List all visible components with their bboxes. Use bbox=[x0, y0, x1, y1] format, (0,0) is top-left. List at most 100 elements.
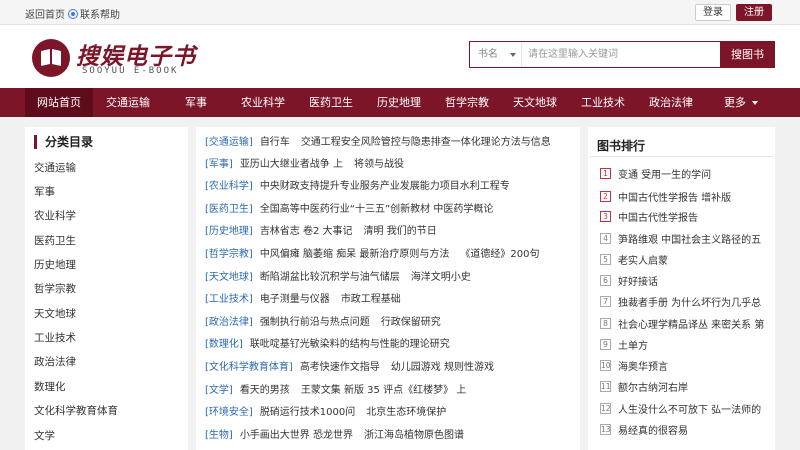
book-link[interactable]: 高考快速作文指导 bbox=[300, 362, 380, 373]
nav-item-philosophy[interactable]: 哲学宗教 bbox=[434, 88, 500, 117]
book-link[interactable]: 联吡啶基钌光敏染料的结构与性能的理论研究 bbox=[250, 339, 450, 350]
category-item[interactable]: 军事 bbox=[34, 184, 55, 199]
category-tag[interactable]: [文学] bbox=[205, 385, 233, 396]
category-item[interactable]: 农业科学 bbox=[34, 208, 76, 223]
rank-number: 2 bbox=[600, 191, 611, 202]
ranking-item[interactable]: 5 老实人启蒙 bbox=[600, 252, 772, 267]
book-link[interactable]: 吉林省志 卷2 大事记 bbox=[260, 226, 353, 237]
book-link[interactable]: 市政工程基础 bbox=[341, 294, 401, 305]
divider bbox=[589, 156, 774, 157]
book-link[interactable]: 全国高等中医药行业“十三五”创新教材 中医药学概论 bbox=[260, 204, 494, 215]
category-item[interactable]: 文学 bbox=[34, 428, 55, 443]
category-tag[interactable]: [军事] bbox=[205, 159, 233, 170]
logo-name-en: SOOYUU E-BOOK bbox=[82, 66, 179, 76]
ranking-item[interactable]: 10 海奥华预言 bbox=[600, 358, 772, 373]
book-link[interactable]: 浙江海岛植物原色图谱 bbox=[364, 430, 464, 441]
category-item[interactable]: 哲学宗教 bbox=[34, 281, 76, 296]
ranking-title: 变通 受用一生的学问 bbox=[618, 170, 712, 181]
ranking-item[interactable]: 3 中国古代性学报告 bbox=[600, 209, 772, 224]
book-link[interactable]: 幼儿园游戏 规则性游戏 bbox=[391, 362, 494, 373]
book-link[interactable]: 断陷湖盆比较沉积学与油气储层 bbox=[260, 272, 400, 283]
category-tag[interactable]: [农业科学] bbox=[205, 181, 253, 192]
site-logo[interactable]: 搜娱电子书 SOOYUU E-BOOK bbox=[32, 37, 195, 81]
nav-item-industry[interactable]: 工业技术 bbox=[570, 88, 636, 117]
category-tag[interactable]: [历史地理] bbox=[205, 226, 253, 237]
book-link[interactable]: 自行车 bbox=[260, 137, 290, 148]
book-link[interactable]: 《道德经》200句 bbox=[460, 249, 539, 260]
book-link[interactable]: 王蒙文集 新版 35 评点《红楼梦》 上 bbox=[301, 385, 466, 396]
book-link[interactable]: 将领与战役 bbox=[354, 159, 404, 170]
nav-item-transport[interactable]: 交通运输 bbox=[95, 88, 161, 117]
nav-item-law[interactable]: 政治法律 bbox=[638, 88, 704, 117]
book-link[interactable]: 北京生态环境保护 bbox=[366, 407, 446, 418]
search-button[interactable]: 搜图书 bbox=[720, 41, 775, 68]
rank-number: 4 bbox=[600, 233, 611, 244]
ranking-item[interactable]: 9 土单方 bbox=[600, 337, 772, 352]
category-item[interactable]: 政治法律 bbox=[34, 354, 76, 369]
book-link[interactable]: 小手画出大世界 恐龙世界 bbox=[240, 430, 353, 441]
category-tag[interactable]: [医药卫生] bbox=[205, 204, 253, 215]
book-link[interactable]: 行政保留研究 bbox=[381, 317, 441, 328]
book-link[interactable]: 清明 我们的节日 bbox=[364, 226, 437, 237]
chevron-down-icon bbox=[510, 53, 516, 57]
book-link[interactable]: 强制执行前沿与热点问题 bbox=[260, 317, 370, 328]
category-item[interactable]: 天文地球 bbox=[34, 306, 76, 321]
book-row: [数理化] 联吡啶基钌光敏染料的结构与性能的理论研究 bbox=[205, 338, 461, 352]
category-tag[interactable]: [工业技术] bbox=[205, 294, 253, 305]
book-link[interactable]: 中风偏瘫 脑萎缩 痴呆 最新治疗原则与方法 bbox=[260, 249, 450, 260]
nav-item-agriculture[interactable]: 农业科学 bbox=[230, 88, 296, 117]
book-link[interactable]: 亚历山大继业者战争 上 bbox=[240, 159, 343, 170]
book-link[interactable]: 中央财政支持提升专业服务产业发展能力项目水利工程专 bbox=[260, 181, 510, 192]
category-tag[interactable]: [政治法律] bbox=[205, 317, 253, 328]
category-item[interactable]: 文化科学教育体育 bbox=[34, 403, 118, 418]
nav-item-home[interactable]: 网站首页 bbox=[25, 88, 93, 117]
category-tag[interactable]: [生物] bbox=[205, 430, 233, 441]
category-item[interactable]: 交通运输 bbox=[34, 160, 76, 175]
nav-item-astronomy[interactable]: 天文地球 bbox=[502, 88, 568, 117]
help-link[interactable]: 联系帮助 bbox=[68, 6, 120, 21]
home-link[interactable]: 返回首页 bbox=[25, 6, 65, 21]
ranking-item[interactable]: 12 人生没什么不可放下 弘一法师的 bbox=[600, 401, 772, 416]
rank-number: 9 bbox=[600, 339, 611, 350]
category-tag[interactable]: [数理化] bbox=[205, 339, 243, 350]
book-link[interactable]: 电子测量与仪器 bbox=[260, 294, 330, 305]
nav-item-military[interactable]: 军事 bbox=[163, 88, 229, 117]
search-category-select[interactable]: 书名 bbox=[470, 42, 522, 67]
ranking-item[interactable]: 8 社会心理学精品译丛 来密关系 第 bbox=[600, 316, 772, 331]
ranking-item[interactable]: 2 中国古代性学报告 增补版 bbox=[600, 189, 772, 204]
category-tag[interactable]: [交通运输] bbox=[205, 137, 253, 148]
category-tag[interactable]: [哲学宗教] bbox=[205, 249, 253, 260]
category-item[interactable]: 医药卫生 bbox=[34, 233, 76, 248]
book-row: [军事] 亚历山大继业者战争 上将领与战役 bbox=[205, 158, 415, 172]
ranking-item[interactable]: 7 独裁者手册 为什么坏行为几乎总 bbox=[600, 294, 772, 309]
category-tag[interactable]: [文化科学教育体育] bbox=[205, 362, 293, 373]
search-input[interactable] bbox=[525, 42, 719, 67]
category-tag[interactable]: [天文地球] bbox=[205, 272, 253, 283]
nav-more-label: 更多 bbox=[724, 96, 746, 109]
chevron-down-icon bbox=[752, 101, 758, 105]
category-item[interactable]: 历史地理 bbox=[34, 257, 76, 272]
ranking-item[interactable]: 11 额尔古纳河右岸 bbox=[600, 379, 772, 394]
category-item[interactable]: 工业技术 bbox=[34, 330, 76, 345]
search-category-value: 书名 bbox=[478, 49, 498, 60]
nav-item-more[interactable]: 更多 bbox=[708, 88, 774, 117]
nav-item-medicine[interactable]: 医药卫生 bbox=[298, 88, 364, 117]
category-item[interactable]: 数理化 bbox=[34, 379, 66, 394]
book-link[interactable]: 看天的男孩 bbox=[240, 385, 290, 396]
ranking-item[interactable]: 13 易经真的很容易 bbox=[600, 422, 772, 437]
ranking-item[interactable]: 4 笋路维艰 中国社会主义路径的五 bbox=[600, 231, 772, 246]
book-logo-icon bbox=[32, 39, 70, 77]
ranking-item[interactable]: 6 好好接话 bbox=[600, 273, 772, 288]
ranking-item[interactable]: 1 变通 受用一生的学问 bbox=[600, 166, 772, 181]
register-button[interactable]: 注册 bbox=[736, 4, 772, 21]
login-button[interactable]: 登录 bbox=[695, 4, 731, 21]
ranking-title: 独裁者手册 为什么坏行为几乎总 bbox=[618, 298, 762, 309]
category-tag[interactable]: [环境安全] bbox=[205, 407, 253, 418]
ranking-title: 易经真的很容易 bbox=[618, 426, 688, 437]
book-list-panel: [交通运输] 自行车 交通工程安全风险管控与隐患排查一体化理论方法与信息 [军事] 亚… bbox=[196, 127, 580, 450]
book-link[interactable]: 脱硝运行技术1000问 bbox=[260, 407, 355, 418]
nav-item-history[interactable]: 历史地理 bbox=[366, 88, 432, 117]
book-link[interactable]: 交通工程安全风险管控与隐患排查一体化理论方法与信息 bbox=[301, 137, 551, 148]
rank-number: 8 bbox=[600, 318, 611, 329]
book-link[interactable]: 海洋文明小史 bbox=[411, 272, 471, 283]
